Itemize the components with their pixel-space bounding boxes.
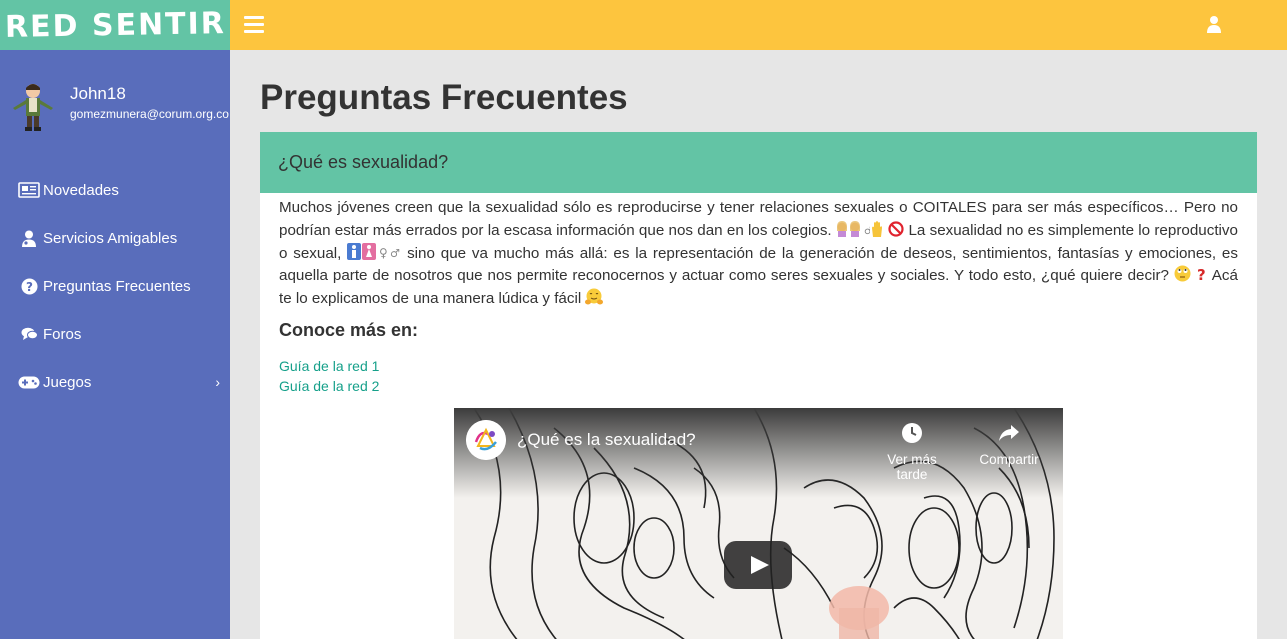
user-panel: John18 gomezmunera@corum.org.co	[0, 50, 230, 138]
avatar	[13, 84, 53, 131]
sidebar-item-label: Novedades	[43, 181, 119, 199]
hugging-emoji-icon	[585, 288, 604, 305]
faq-question: ¿Qué es sexualidad?	[260, 132, 1257, 193]
sidebar-item-label: Foros	[43, 325, 82, 343]
sidebar-item-label: Servicios Amigables	[43, 229, 178, 247]
women-emoji-icon: ♂	[836, 220, 870, 237]
sidebar-item-novedades[interactable]: Novedades	[0, 166, 230, 214]
guide-link-2[interactable]: Guía de la red 2	[279, 376, 1238, 396]
raised-hand-icon	[871, 220, 882, 237]
svg-text:♀: ♀	[379, 246, 388, 260]
comments-icon	[18, 325, 40, 343]
guide-links: Guía de la red 1 Guía de la red 2	[279, 356, 1238, 396]
video-title[interactable]: ¿Qué es la sexualidad?	[517, 430, 696, 450]
watch-later-label: Ver más tarde	[887, 452, 937, 482]
share-button[interactable]: Compartir	[969, 422, 1049, 467]
sidebar-menu: Novedades Servicios Amigables ? Pregunta…	[0, 166, 230, 406]
clock-icon	[902, 423, 922, 443]
prohibited-icon	[888, 221, 904, 237]
restroom-icon	[347, 242, 377, 260]
user-name: John18	[70, 84, 126, 103]
video-player[interactable]: ¿Qué es la sexualidad? Ver más tarde Com…	[454, 408, 1063, 639]
chevron-right-icon: ›	[215, 374, 220, 390]
sidebar-item-label: Juegos	[43, 373, 92, 391]
faq-text-part: sino que va mucho más allá: es la repres…	[279, 244, 1238, 285]
page-title: Preguntas Frecuentes	[260, 78, 628, 117]
main-content: Preguntas Frecuentes ¿Qué es sexualidad?…	[230, 50, 1287, 639]
brand-name: RED SENTIR	[4, 5, 226, 45]
user-doctor-icon	[18, 229, 40, 247]
learn-more-heading: Conoce más en:	[279, 319, 419, 340]
svg-text:?: ?	[26, 280, 33, 294]
question-mark-icon: ?	[1197, 266, 1206, 282]
newspaper-icon	[18, 181, 40, 199]
user-email: gomezmunera@corum.org.co	[70, 107, 229, 121]
sidebar-item-preguntas-frecuentes[interactable]: ? Preguntas Frecuentes	[0, 262, 230, 310]
guide-link-1[interactable]: Guía de la red 1	[279, 356, 1238, 376]
sidebar-item-servicios-amigables[interactable]: Servicios Amigables	[0, 214, 230, 262]
gender-symbols-icon: ♀ ♂	[379, 246, 400, 260]
rolling-eyes-emoji-icon	[1174, 265, 1191, 282]
sidebar-item-label: Preguntas Frecuentes	[43, 277, 191, 295]
question-circle-icon: ?	[18, 277, 40, 295]
sidebar-item-foros[interactable]: Foros	[0, 310, 230, 358]
hamburger-icon[interactable]	[244, 16, 264, 34]
brand-logo[interactable]: RED SENTIR	[0, 0, 230, 50]
svg-text:♂: ♂	[390, 247, 400, 260]
top-navbar	[230, 0, 1287, 50]
sidebar-item-juegos[interactable]: Juegos ›	[0, 358, 230, 406]
faq-body: Muchos jóvenes creen que la sexualidad s…	[260, 193, 1257, 396]
sidebar: John18 gomezmunera@corum.org.co Novedade…	[0, 50, 230, 639]
share-icon	[999, 425, 1019, 441]
play-icon[interactable]	[724, 541, 792, 589]
gamepad-icon	[18, 373, 40, 391]
faq-description: Muchos jóvenes creen que la sexualidad s…	[279, 197, 1238, 311]
user-icon[interactable]	[1207, 15, 1221, 33]
faq-panel: ¿Qué es sexualidad? Muchos jóvenes creen…	[260, 132, 1257, 639]
watch-later-button[interactable]: Ver más tarde	[872, 422, 952, 482]
svg-text:?: ?	[1197, 266, 1206, 282]
channel-logo[interactable]	[466, 420, 506, 460]
share-label: Compartir	[979, 452, 1039, 467]
